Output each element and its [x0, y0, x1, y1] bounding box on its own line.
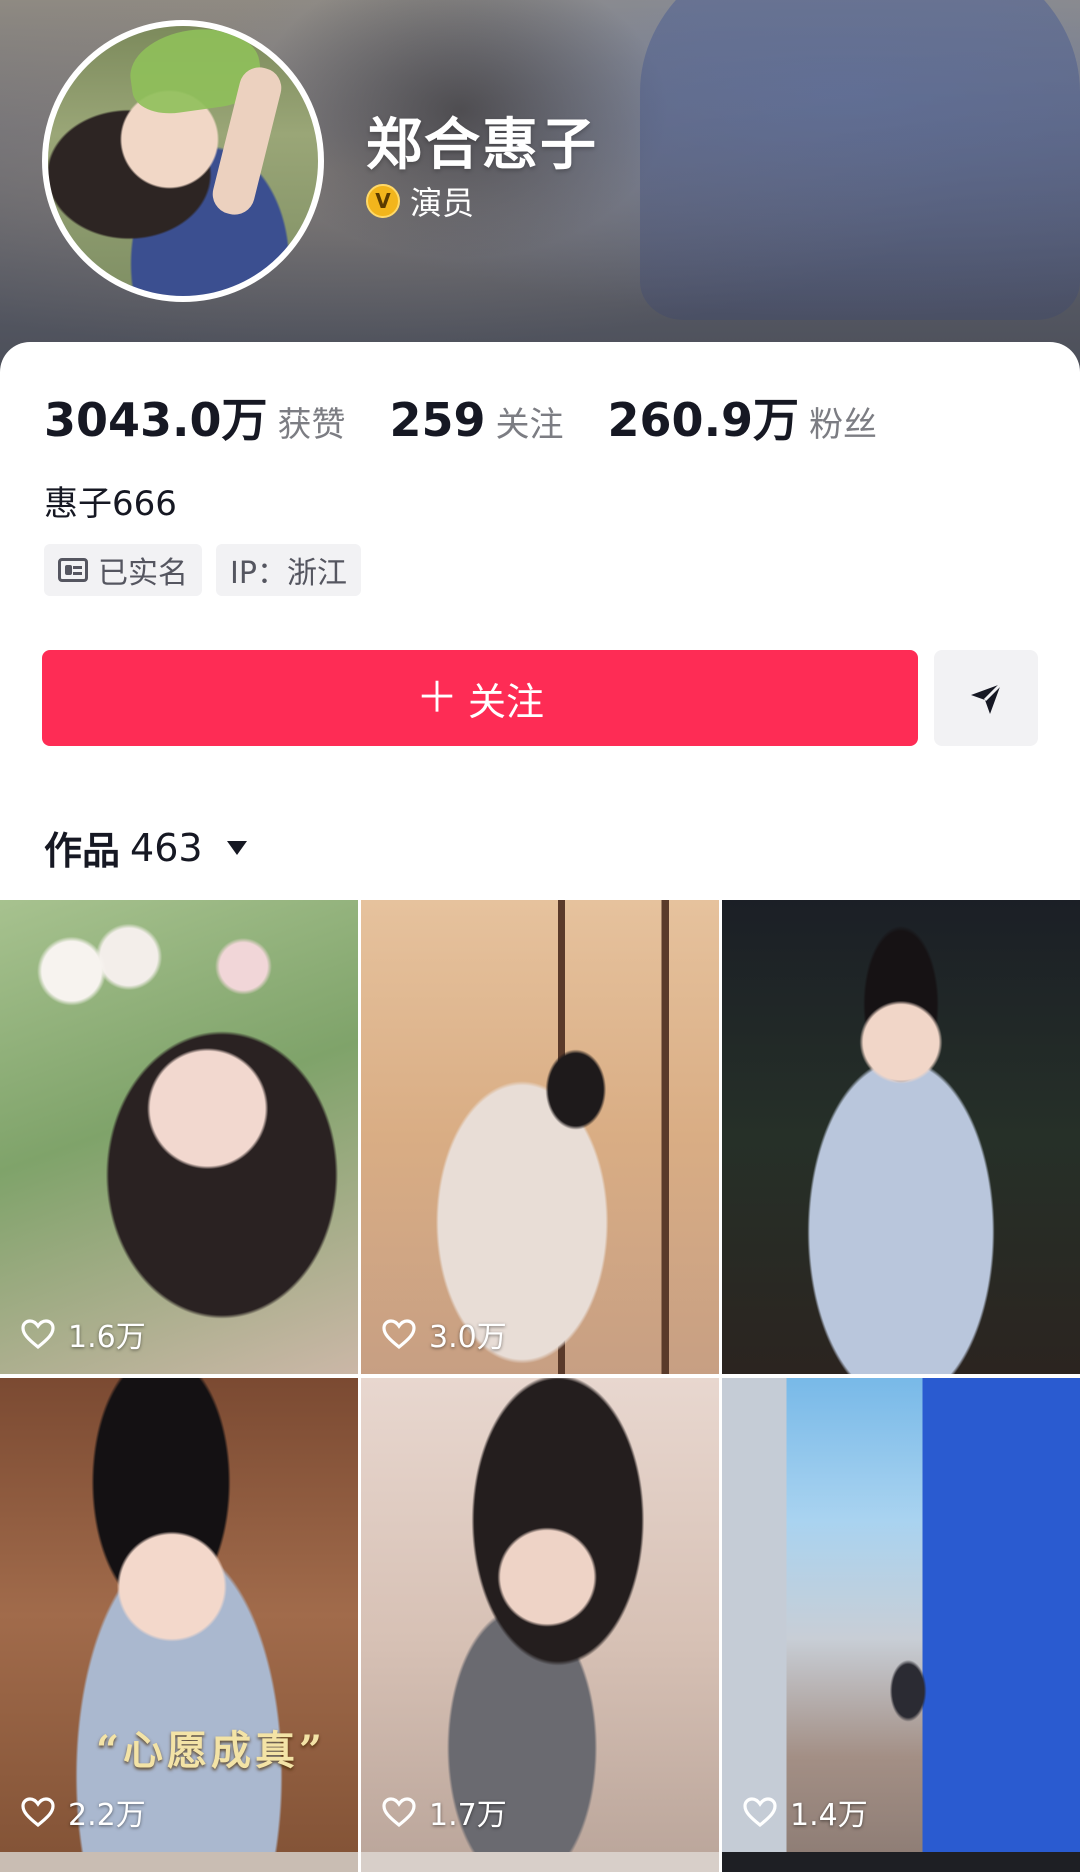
like-count: 1.7万 — [381, 1790, 507, 1834]
works-tab[interactable]: 作品 463 — [44, 820, 247, 875]
tag-real-name[interactable]: 已实名 — [44, 544, 202, 596]
stat-following-value: 259 — [389, 393, 486, 447]
video-thumb[interactable] — [361, 1852, 719, 1872]
share-send-icon — [971, 682, 1003, 714]
verification-badge[interactable]: V 演员 — [366, 178, 474, 224]
stat-following[interactable]: 259 关注 — [390, 393, 564, 447]
plus-icon: ＋ — [415, 673, 458, 722]
stat-followers[interactable]: 260.9万 粉丝 — [608, 384, 878, 450]
video-thumb[interactable]: 1.6万 — [0, 900, 358, 1374]
verification-label: 演员 — [410, 184, 475, 222]
video-grid-next-row — [0, 1852, 1080, 1872]
like-count-value: 3.0万 — [429, 1320, 507, 1355]
profile-bio: 惠子666 — [44, 484, 177, 524]
id-card-icon — [58, 558, 88, 582]
video-thumb[interactable]: “心愿成真” 2.2万 — [0, 1378, 358, 1852]
works-count: 463 — [130, 825, 203, 870]
video-thumb[interactable] — [722, 900, 1080, 1374]
video-thumb[interactable]: 1.4万 — [722, 1378, 1080, 1852]
verified-v-icon: V — [366, 184, 400, 218]
tag-real-name-label: 已实名 — [98, 556, 188, 591]
stat-likes-value: 3043.0万 — [44, 393, 268, 447]
profile-name: 郑合惠子 — [366, 113, 598, 178]
profile-tags: 已实名 IP：浙江 — [44, 544, 361, 596]
video-grid: 1.6万 3.0万 “心愿成真” 2.2万 1.7万 1.4万 — [0, 900, 1080, 1852]
avatar[interactable] — [42, 20, 324, 302]
profile-page: 郑合惠子 V 演员 3043.0万 获赞 259 关注 260.9万 粉丝 惠子… — [0, 0, 1080, 1872]
stat-followers-label: 粉丝 — [809, 405, 878, 445]
like-count: 1.4万 — [742, 1790, 868, 1834]
like-count: 1.6万 — [20, 1312, 146, 1356]
heart-icon — [21, 1319, 55, 1350]
follow-button[interactable]: ＋ 关注 — [42, 650, 918, 746]
stat-likes[interactable]: 3043.0万 获赞 — [44, 384, 346, 450]
video-thumb[interactable] — [0, 1852, 358, 1872]
tag-ip-location: IP：浙江 — [216, 544, 361, 596]
video-thumb[interactable]: 3.0万 — [361, 900, 719, 1374]
like-count-value: 1.6万 — [68, 1320, 146, 1355]
share-button[interactable] — [934, 650, 1038, 746]
stat-followers-value: 260.9万 — [607, 393, 800, 447]
profile-header: 郑合惠子 V 演员 — [0, 0, 1080, 380]
heart-icon — [382, 1319, 416, 1350]
tag-ip-label: IP：浙江 — [230, 556, 347, 591]
like-count: 2.2万 — [20, 1790, 146, 1834]
like-count-value: 1.7万 — [429, 1798, 507, 1833]
like-count-value: 1.4万 — [790, 1798, 868, 1833]
stats-row: 3043.0万 获赞 259 关注 260.9万 粉丝 — [44, 384, 921, 450]
caret-down-icon — [226, 840, 247, 855]
like-count-value: 2.2万 — [68, 1798, 146, 1833]
heart-icon — [743, 1797, 777, 1828]
stat-likes-label: 获赞 — [277, 405, 346, 445]
heart-icon — [21, 1797, 55, 1828]
video-thumb[interactable]: 1.7万 — [361, 1378, 719, 1852]
video-caption: “心愿成真” — [96, 1727, 327, 1774]
like-count: 3.0万 — [381, 1312, 507, 1356]
works-label: 作品 — [44, 829, 121, 873]
follow-button-label: 关注 — [468, 679, 545, 724]
heart-icon — [382, 1797, 416, 1828]
stat-following-label: 关注 — [495, 405, 564, 445]
video-thumb[interactable] — [722, 1852, 1080, 1872]
